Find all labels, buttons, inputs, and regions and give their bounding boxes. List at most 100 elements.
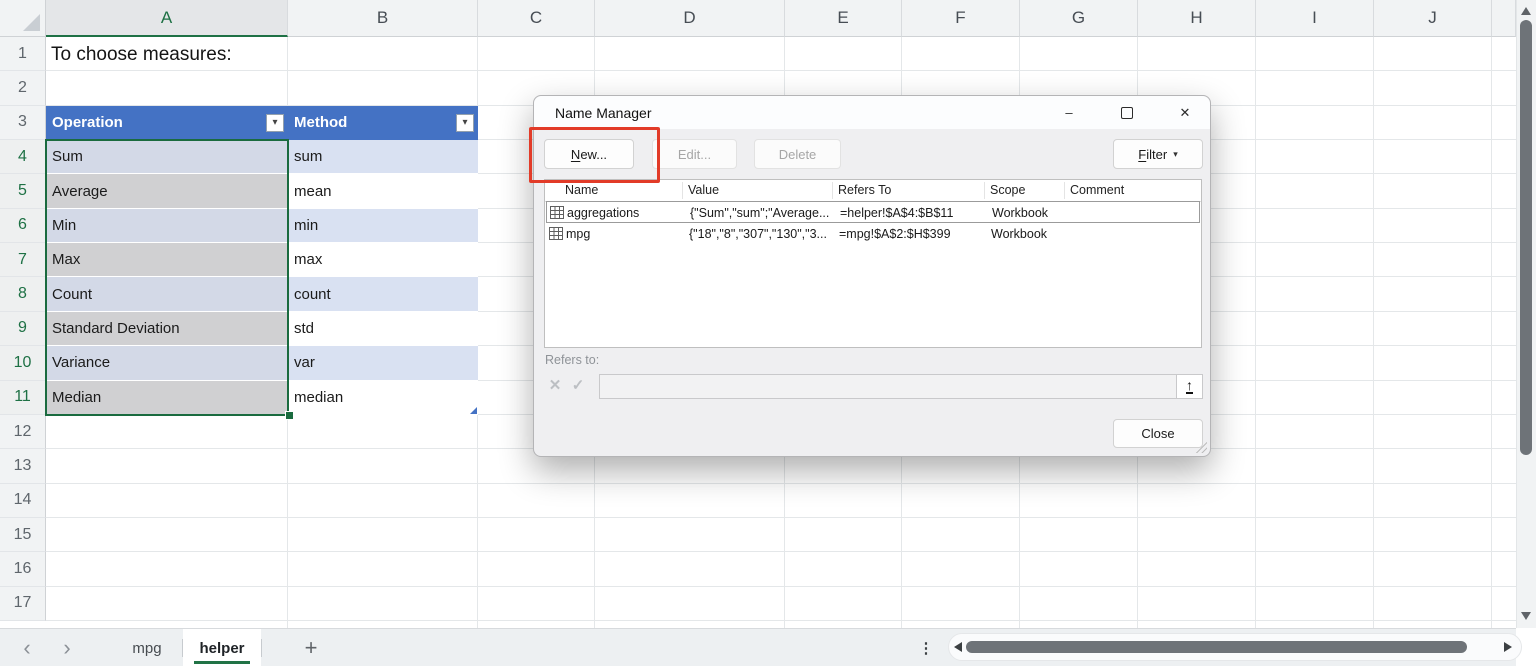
filter-dropdown-icon[interactable]: ▾ bbox=[266, 114, 284, 132]
scroll-up-icon[interactable] bbox=[1521, 7, 1531, 15]
name-list-row[interactable]: mpg{"18","8","307","130","3...=mpg!$A$2:… bbox=[546, 223, 1200, 245]
select-all-corner[interactable] bbox=[0, 0, 46, 37]
table-cell-method[interactable]: std bbox=[288, 312, 478, 346]
row-header-4[interactable]: 4 bbox=[0, 140, 46, 174]
table-cell-operation[interactable]: Median bbox=[46, 381, 288, 415]
table-cell-operation[interactable]: Min bbox=[46, 209, 288, 243]
close-button[interactable]: Close bbox=[1113, 419, 1203, 448]
minimize-icon[interactable]: – bbox=[1053, 96, 1085, 129]
comment-cell bbox=[1071, 223, 1196, 245]
row-header-10[interactable]: 10 bbox=[0, 346, 46, 380]
list-column-separator bbox=[832, 182, 833, 199]
row-header-15[interactable]: 15 bbox=[0, 518, 46, 552]
collapse-dialog-button[interactable]: ↑ bbox=[1176, 374, 1203, 399]
cell-a1[interactable]: To choose measures: bbox=[51, 37, 232, 71]
table-cell-operation[interactable]: Sum bbox=[46, 140, 288, 174]
tab-scrollbar-splitter-icon[interactable]: ⋮ bbox=[918, 629, 934, 666]
row-header-3[interactable]: 3 bbox=[0, 106, 46, 140]
table-header-cell[interactable]: Method▾ bbox=[288, 106, 478, 140]
table-cell-method[interactable]: min bbox=[288, 209, 478, 243]
table-cell-method[interactable]: mean bbox=[288, 174, 478, 208]
row-header-11[interactable]: 11 bbox=[0, 381, 46, 415]
close-icon[interactable]: ✕ bbox=[1169, 96, 1201, 129]
add-sheet-button[interactable]: + bbox=[296, 629, 326, 666]
column-header-I[interactable]: I bbox=[1256, 0, 1374, 37]
row-header-16[interactable]: 16 bbox=[0, 552, 46, 586]
list-column-header[interactable]: Comment bbox=[1070, 180, 1124, 201]
table-resize-handle[interactable] bbox=[470, 407, 477, 414]
select-all-triangle-icon bbox=[23, 14, 40, 31]
refers-to-cell: =mpg!$A$2:$H$399 bbox=[839, 223, 987, 245]
row-header-7[interactable]: 7 bbox=[0, 243, 46, 277]
column-header-A[interactable]: A bbox=[46, 0, 288, 37]
scroll-right-icon[interactable] bbox=[1504, 642, 1512, 652]
horizontal-scrollbar-thumb[interactable] bbox=[966, 641, 1467, 653]
column-header-J[interactable]: J bbox=[1374, 0, 1492, 37]
column-header-H[interactable]: H bbox=[1138, 0, 1256, 37]
gridline bbox=[1373, 37, 1374, 628]
cancel-icon[interactable]: ✕ bbox=[544, 373, 566, 397]
row-header-8[interactable]: 8 bbox=[0, 277, 46, 311]
table-cell-operation[interactable]: Count bbox=[46, 277, 288, 311]
scroll-down-icon[interactable] bbox=[1521, 612, 1531, 620]
name-list-row[interactable]: aggregations{"Sum","sum";"Average...=hel… bbox=[546, 201, 1200, 223]
table-cell-operation[interactable]: Average bbox=[46, 174, 288, 208]
row-header-12[interactable]: 12 bbox=[0, 415, 46, 449]
row-header-17[interactable]: 17 bbox=[0, 587, 46, 621]
table-cell-method[interactable]: max bbox=[288, 243, 478, 277]
value-cell: {"Sum","sum";"Average... bbox=[690, 202, 836, 224]
column-header-D[interactable]: D bbox=[595, 0, 785, 37]
column-header-G[interactable]: G bbox=[1020, 0, 1138, 37]
row-header-5[interactable]: 5 bbox=[0, 174, 46, 208]
list-column-header[interactable]: Scope bbox=[990, 180, 1025, 201]
table-cell-method[interactable]: median bbox=[288, 381, 478, 415]
filter-dropdown-icon[interactable]: ▾ bbox=[456, 114, 474, 132]
list-column-header[interactable]: Value bbox=[688, 180, 719, 201]
sheet-tab-mpg[interactable]: mpg bbox=[112, 629, 182, 666]
sheet-tabs: mpghelper + bbox=[112, 629, 326, 666]
row-header-13[interactable]: 13 bbox=[0, 449, 46, 483]
confirm-icon[interactable]: ✓ bbox=[567, 373, 589, 397]
row-header-1[interactable]: 1 bbox=[0, 37, 46, 71]
name-cell: aggregations bbox=[567, 202, 687, 224]
scroll-left-icon[interactable] bbox=[954, 642, 962, 652]
table-cell-operation[interactable]: Standard Deviation bbox=[46, 312, 288, 346]
table-cell-method[interactable]: count bbox=[288, 277, 478, 311]
fill-handle[interactable] bbox=[285, 411, 294, 420]
gridline bbox=[46, 483, 1516, 484]
list-column-header[interactable]: Name bbox=[565, 180, 598, 201]
column-header-C[interactable]: C bbox=[478, 0, 595, 37]
comment-cell bbox=[1072, 202, 1197, 224]
vertical-scrollbar-thumb[interactable] bbox=[1520, 20, 1532, 455]
list-column-header[interactable]: Refers To bbox=[838, 180, 891, 201]
sheet-tab-helper[interactable]: helper bbox=[183, 629, 261, 666]
column-header-partial[interactable] bbox=[1492, 0, 1516, 37]
refers-to-input[interactable] bbox=[599, 374, 1177, 399]
table-cell-operation[interactable]: Max bbox=[46, 243, 288, 277]
chevron-left-icon[interactable]: ‹ bbox=[12, 629, 42, 666]
row-header-6[interactable]: 6 bbox=[0, 209, 46, 243]
table-header-cell[interactable]: Operation▾ bbox=[46, 106, 288, 140]
list-column-separator bbox=[984, 182, 985, 199]
tab-separator bbox=[261, 639, 262, 657]
edit-button[interactable]: Edit... bbox=[652, 139, 737, 169]
row-header-14[interactable]: 14 bbox=[0, 484, 46, 518]
gridline bbox=[46, 586, 1516, 587]
chevron-right-icon[interactable]: › bbox=[52, 629, 82, 666]
maximize-icon[interactable] bbox=[1111, 96, 1143, 129]
table-cell-method[interactable]: sum bbox=[288, 140, 478, 174]
column-header-F[interactable]: F bbox=[902, 0, 1020, 37]
name-cell: mpg bbox=[566, 223, 686, 245]
table-cell-method[interactable]: var bbox=[288, 346, 478, 380]
list-column-separator bbox=[682, 182, 683, 199]
row-header-2[interactable]: 2 bbox=[0, 71, 46, 105]
column-header-E[interactable]: E bbox=[785, 0, 902, 37]
row-header-9[interactable]: 9 bbox=[0, 312, 46, 346]
column-header-B[interactable]: B bbox=[288, 0, 478, 37]
filter-button[interactable]: Filter ▾ bbox=[1113, 139, 1203, 169]
table-cell-operation[interactable]: Variance bbox=[46, 346, 288, 380]
defined-name-table-icon bbox=[550, 206, 564, 219]
annotation-highlight-box bbox=[529, 127, 660, 183]
delete-button[interactable]: Delete bbox=[754, 139, 841, 169]
gridline bbox=[1491, 37, 1492, 628]
